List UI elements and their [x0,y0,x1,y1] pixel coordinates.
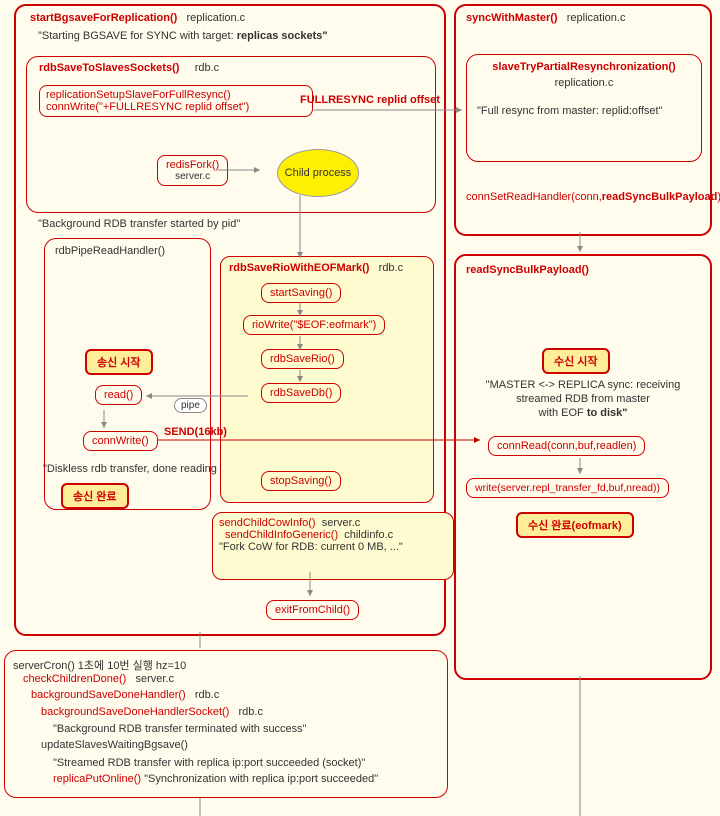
l1: serverCron() 1초에 10번 실행 hz=10 [13,657,186,673]
l1: replicationSetupSlaveForFullResync() [46,89,306,101]
title: rdbSaveRioWithEOFMark() rdb.c [229,262,403,274]
read-sync-box: readSyncBulkPayload() 수신 시작 "MASTER <-> … [454,254,712,680]
l3: backgroundSaveDoneHandler() rdb.c [31,689,219,701]
fn: slaveTryPartialResynchronization() [467,61,701,73]
fn: syncWithMaster() [466,12,558,24]
l4: backgroundSaveDoneHandlerSocket() rdb.c [41,706,263,718]
log2: "Background RDB transfer started by pid" [38,218,240,230]
connwrite-call: connWrite() [83,431,158,451]
log1: "Starting BGSAVE for SYNC with target: r… [38,30,328,42]
rioWrite: rioWrite("$EOF:eofmark") [243,315,385,335]
pipe-label: pipe [174,398,207,413]
exit-child: exitFromChild() [266,600,359,620]
write: write(server.repl_transfer_fd,buf,nread)… [466,478,669,498]
recv-done-badge: 수신 완료(eofmark) [516,512,634,538]
l2: sendChildInfoGeneric() childinfo.c [219,529,447,541]
rdb-save-slaves-box: rdbSaveToSlavesSockets() rdb.c replicati… [26,56,436,213]
connset: connSetReadHandler(conn,readSyncBulkPayl… [466,190,701,204]
fullresync-edge-label: FULLRESYNC replid offset [300,94,440,106]
l1: sendChildCowInfo() server.c [219,517,447,529]
rio-box: rdbSaveRioWithEOFMark() rdb.c startSavin… [220,256,434,503]
fn: rdbSaveRioWithEOFMark() [229,262,369,274]
l5: "Background RDB transfer terminated with… [53,723,307,735]
t: Child process [285,167,352,179]
t: "Starting BGSAVE for SYNC with target: [38,30,237,42]
send-start-badge: 송신 시작 [85,349,153,375]
fn: startBgsaveForReplication() [30,12,177,24]
l2: checkChildrenDone() server.c [23,673,174,685]
fn: redisFork() [166,159,219,171]
file: rdb.c [379,262,403,274]
file: replication.c [467,77,701,89]
rdbSaveRio: rdbSaveRio() [261,349,344,369]
file: rdb.c [195,62,219,74]
file: replication.c [567,12,626,24]
title: syncWithMaster() replication.c [466,12,625,24]
fn: rdbPipeReadHandler() [55,245,165,257]
l8: replicaPutOnline() "Synchronization with… [53,773,378,785]
slave-try-box: slaveTryPartialResynchronization() repli… [466,54,702,162]
stopSaving: stopSaving() [261,471,341,491]
l6: updateSlavesWaitingBgsave() [41,739,188,751]
l2: connWrite("+FULLRESYNC replid offset") [46,101,306,113]
l3: "Fork CoW for RDB: current 0 MB, ..." [219,541,447,553]
l7: "Streamed RDB transfer with replica ip:p… [53,757,365,769]
redis-fork: redisFork() server.c [157,155,228,186]
log: "MASTER <-> REPLICA sync: receiving stre… [456,378,710,420]
recv-start-badge: 수신 시작 [542,348,610,374]
send-done-badge: 송신 완료 [61,483,129,509]
log: "Full resync from master: replid:offset" [477,105,663,117]
server-cron-box: serverCron() 1초에 10번 실행 hz=10 checkChild… [4,650,448,798]
send-label: SEND(16kb) [164,426,227,438]
fn: rdbSaveToSlavesSockets() [39,62,179,74]
rdbSaveDb: rdbSaveDb() [261,383,341,403]
startSaving: startSaving() [261,283,341,303]
sync-master-box: syncWithMaster() replication.c slaveTryP… [454,4,712,236]
b: replicas sockets" [237,30,328,42]
child-process-oval: Child process [277,149,359,197]
connRead: connRead(conn,buf,readlen) [488,436,645,456]
fn: readSyncBulkPayload() [466,264,589,276]
title: rdbSaveToSlavesSockets() rdb.c [39,62,219,74]
file: replication.c [186,12,245,24]
cow-box: sendChildCowInfo() server.c sendChildInf… [212,512,454,580]
title: startBgsaveForReplication() replication.… [30,12,245,24]
read-call: read() [95,385,142,405]
pipe-handler-box: rdbPipeReadHandler() 송신 시작 read() connWr… [44,238,211,510]
setup-call: replicationSetupSlaveForFullResync() con… [39,85,313,117]
file: server.c [166,171,219,182]
